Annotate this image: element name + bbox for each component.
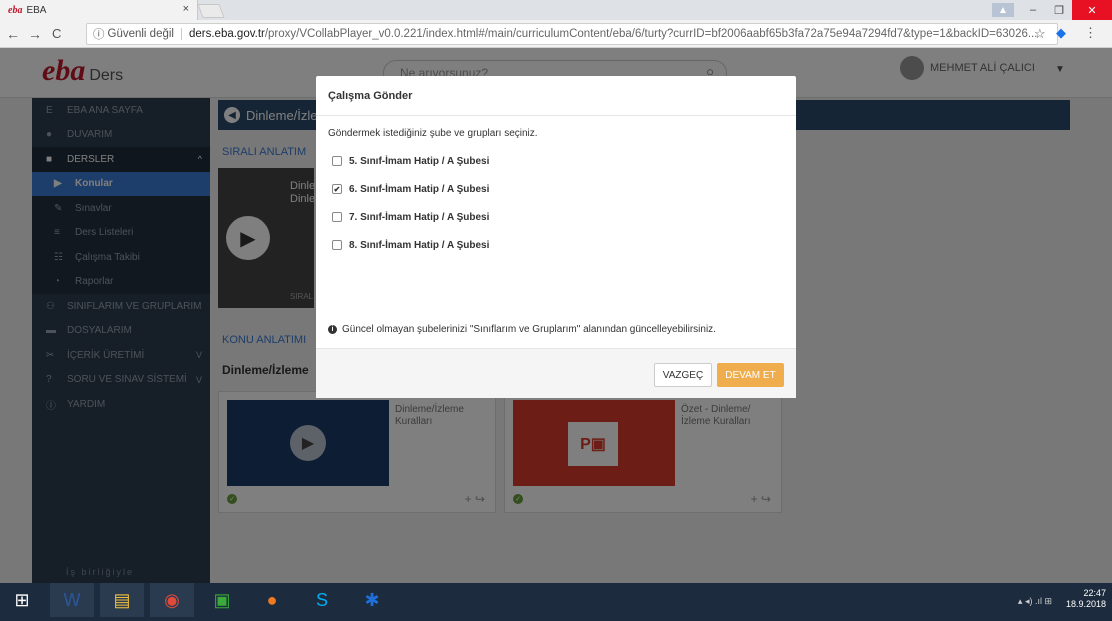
windows-start-icon[interactable]: ⊞	[0, 583, 44, 617]
modal-footer: VAZGEÇ DEVAM ET	[316, 348, 796, 398]
url-path: /proxy/VCollabPlayer_v0.0.221/index.html…	[264, 28, 1038, 40]
tab-close-icon[interactable]: ×	[183, 3, 189, 15]
option-7-sinif[interactable]: 7. Sınıf-İmam Hatip / A Şubesi	[328, 203, 784, 231]
security-label: Güvenli değil	[108, 28, 182, 40]
reload-icon[interactable]: C	[52, 26, 61, 41]
chrome-icon[interactable]: ◉	[150, 583, 194, 617]
clock[interactable]: 22:47 18.9.2018	[1066, 588, 1106, 610]
modal-title: Çalışma Gönder	[316, 76, 796, 116]
browser-menu-icon[interactable]: ⋮	[1084, 25, 1097, 41]
minimize-button[interactable]: –	[1020, 0, 1046, 20]
skype-icon[interactable]: S	[300, 583, 344, 617]
back-icon[interactable]: ←	[6, 26, 20, 42]
browser-tab[interactable]: eba EBA ×	[0, 0, 198, 20]
forward-icon[interactable]: →	[28, 26, 42, 42]
store-icon[interactable]: ▣	[200, 583, 244, 617]
system-tray[interactable]: ▴ ◂) .ıl ⊞	[1018, 596, 1052, 607]
continue-button[interactable]: DEVAM ET	[717, 363, 784, 387]
bluetooth-icon[interactable]: ✱	[350, 583, 394, 617]
extension-icon[interactable]: ◆	[1056, 25, 1066, 41]
option-6-sinif[interactable]: ✔ 6. Sınıf-İmam Hatip / A Şubesi	[328, 175, 784, 203]
firefox-icon[interactable]: ●	[250, 583, 294, 617]
window-controls: ▲ – ❐ ✕	[992, 0, 1112, 20]
tab-title: EBA	[26, 4, 47, 16]
new-tab-button[interactable]	[197, 4, 225, 18]
file-explorer-icon[interactable]: ▤	[100, 583, 144, 617]
info-icon: i	[328, 325, 337, 334]
modal-note: i Güncel olmayan şubelerinizi "Sınıfları…	[328, 324, 716, 335]
taskbar: ⊞ W ▤ ◉ ▣ ● S ✱ ▴ ◂) .ıl ⊞ 22:47 18.9.20…	[0, 583, 1112, 621]
option-8-sinif[interactable]: 8. Sınıf-İmam Hatip / A Şubesi	[328, 231, 784, 259]
checkbox[interactable]	[332, 212, 342, 222]
send-work-modal: Çalışma Gönder Göndermek istediğiniz şub…	[316, 76, 796, 398]
checkbox-checked[interactable]: ✔	[332, 184, 342, 194]
browser-tab-bar: eba EBA × ▲ – ❐ ✕	[0, 0, 1112, 20]
maximize-button[interactable]: ❐	[1046, 0, 1072, 20]
address-bar-row: ← → C ⓘ Güvenli değil ders.eba.gov.tr /p…	[0, 20, 1112, 48]
url-domain: ders.eba.gov.tr	[188, 28, 265, 40]
profile-icon[interactable]: ▲	[992, 3, 1014, 17]
cancel-button[interactable]: VAZGEÇ	[654, 363, 712, 387]
modal-body: Göndermek istediğiniz şube ve grupları s…	[316, 116, 796, 348]
modal-description: Göndermek istediğiniz şube ve grupları s…	[328, 128, 538, 139]
info-icon[interactable]: ⓘ	[93, 26, 105, 42]
checkbox[interactable]	[332, 156, 342, 166]
eba-favicon-icon: eba	[8, 4, 23, 16]
bookmark-star-icon[interactable]: ☆	[1034, 26, 1046, 42]
url-input[interactable]: ⓘ Güvenli değil ders.eba.gov.tr /proxy/V…	[86, 23, 1058, 45]
close-window-button[interactable]: ✕	[1072, 0, 1112, 20]
word-icon[interactable]: W	[50, 583, 94, 617]
option-5-sinif[interactable]: 5. Sınıf-İmam Hatip / A Şubesi	[328, 147, 784, 175]
checkbox[interactable]	[332, 240, 342, 250]
